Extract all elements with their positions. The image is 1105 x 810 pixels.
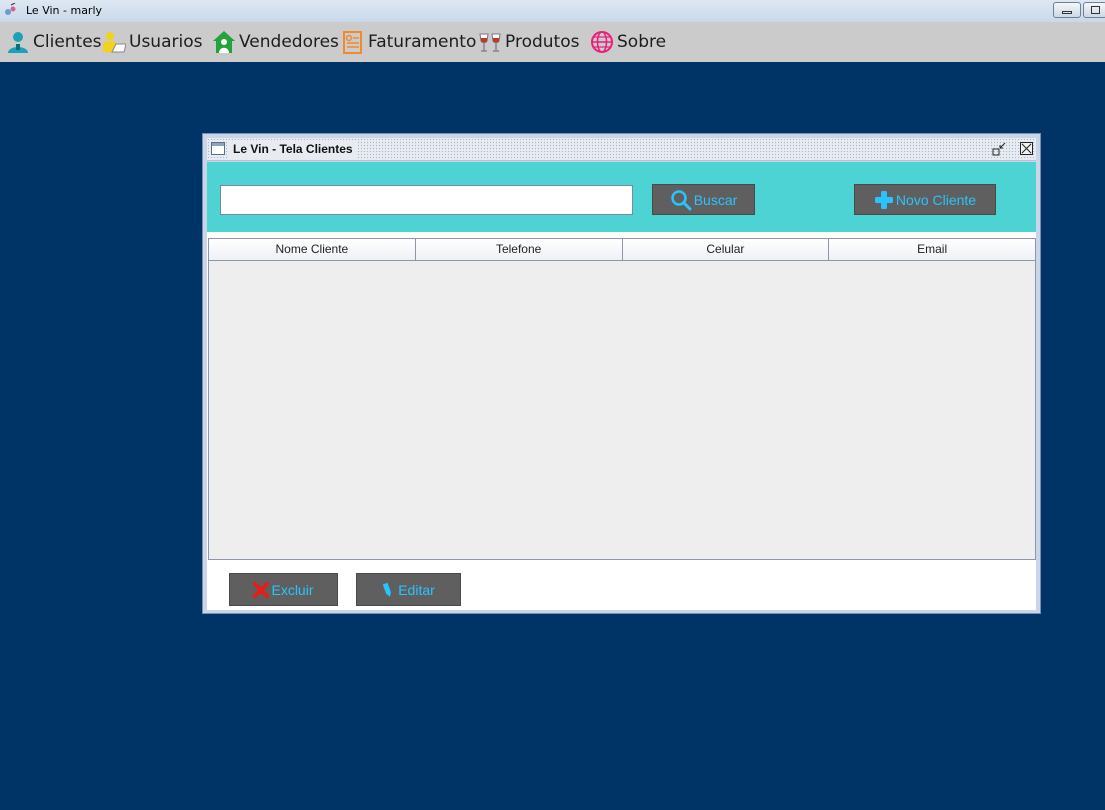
excluir-label: Excluir [271,581,314,598]
menu-faturamento-label: Faturamento [368,32,477,52]
editar-button[interactable]: Editar [356,573,461,606]
app-icon [5,3,16,15]
close-icon[interactable] [1020,142,1033,155]
novo-cliente-label: Novo Cliente [895,191,977,208]
column-header-telefone[interactable]: Telefone [416,239,623,260]
maximize-button[interactable] [1083,2,1105,18]
menu-sobre-label: Sobre [617,32,667,52]
menu-produtos[interactable]: Produtos [478,22,579,62]
window-titlebar: Le Vin - marly [0,0,1105,23]
menu-bar: Clientes Usuarios Vendedores Faturamento [0,22,1105,62]
clientes-internal-frame: Le Vin - Tela Clientes Buscar Novo Clien… [202,133,1041,614]
internal-frame-titlebar[interactable]: Le Vin - Tela Clientes [207,138,1036,161]
column-header-email[interactable]: Email [829,239,1035,260]
search-input[interactable] [220,185,633,215]
menu-clientes-label: Clientes [33,32,102,52]
minimize-button[interactable] [1053,2,1081,18]
editar-label: Editar [398,581,435,598]
menu-produtos-label: Produtos [505,32,580,52]
internal-frame-title: Le Vin - Tela Clientes [229,140,357,158]
invoice-icon [343,31,362,54]
frame-window-icon [211,142,225,155]
search-icon [670,189,692,210]
house-seller-icon [213,31,235,53]
restore-icon[interactable] [992,142,1006,156]
internal-frame-content: Buscar Novo Cliente Nome Cliente Telefon… [207,162,1036,610]
clientes-table[interactable]: Nome Cliente Telefone Celular Email [208,238,1036,560]
menu-clientes[interactable]: Clientes [6,22,102,62]
buscar-button[interactable]: Buscar [652,184,755,215]
novo-cliente-button[interactable]: Novo Cliente [854,184,996,215]
menu-sobre[interactable]: Sobre [590,22,666,62]
column-header-nome[interactable]: Nome Cliente [209,239,416,260]
client-user-icon [8,32,28,53]
menu-usuarios[interactable]: Usuarios [102,22,202,62]
menu-usuarios-label: Usuarios [129,32,203,52]
table-header: Nome Cliente Telefone Celular Email [209,239,1035,261]
search-panel: Buscar Novo Cliente [207,162,1036,232]
buscar-label: Buscar [693,191,738,208]
window-title: Le Vin - marly [26,4,103,17]
menu-faturamento[interactable]: Faturamento [341,22,476,62]
pencil-icon [382,582,392,597]
excluir-button[interactable]: Excluir [229,573,338,606]
delete-x-icon [253,581,270,598]
plus-icon [874,190,893,209]
wine-glasses-icon [479,33,501,52]
column-header-celular[interactable]: Celular [623,239,830,260]
menu-vendedores-label: Vendedores [239,32,339,52]
globe-hand-icon [591,31,613,53]
user-laptop-icon [103,32,126,53]
menu-vendedores[interactable]: Vendedores [212,22,339,62]
